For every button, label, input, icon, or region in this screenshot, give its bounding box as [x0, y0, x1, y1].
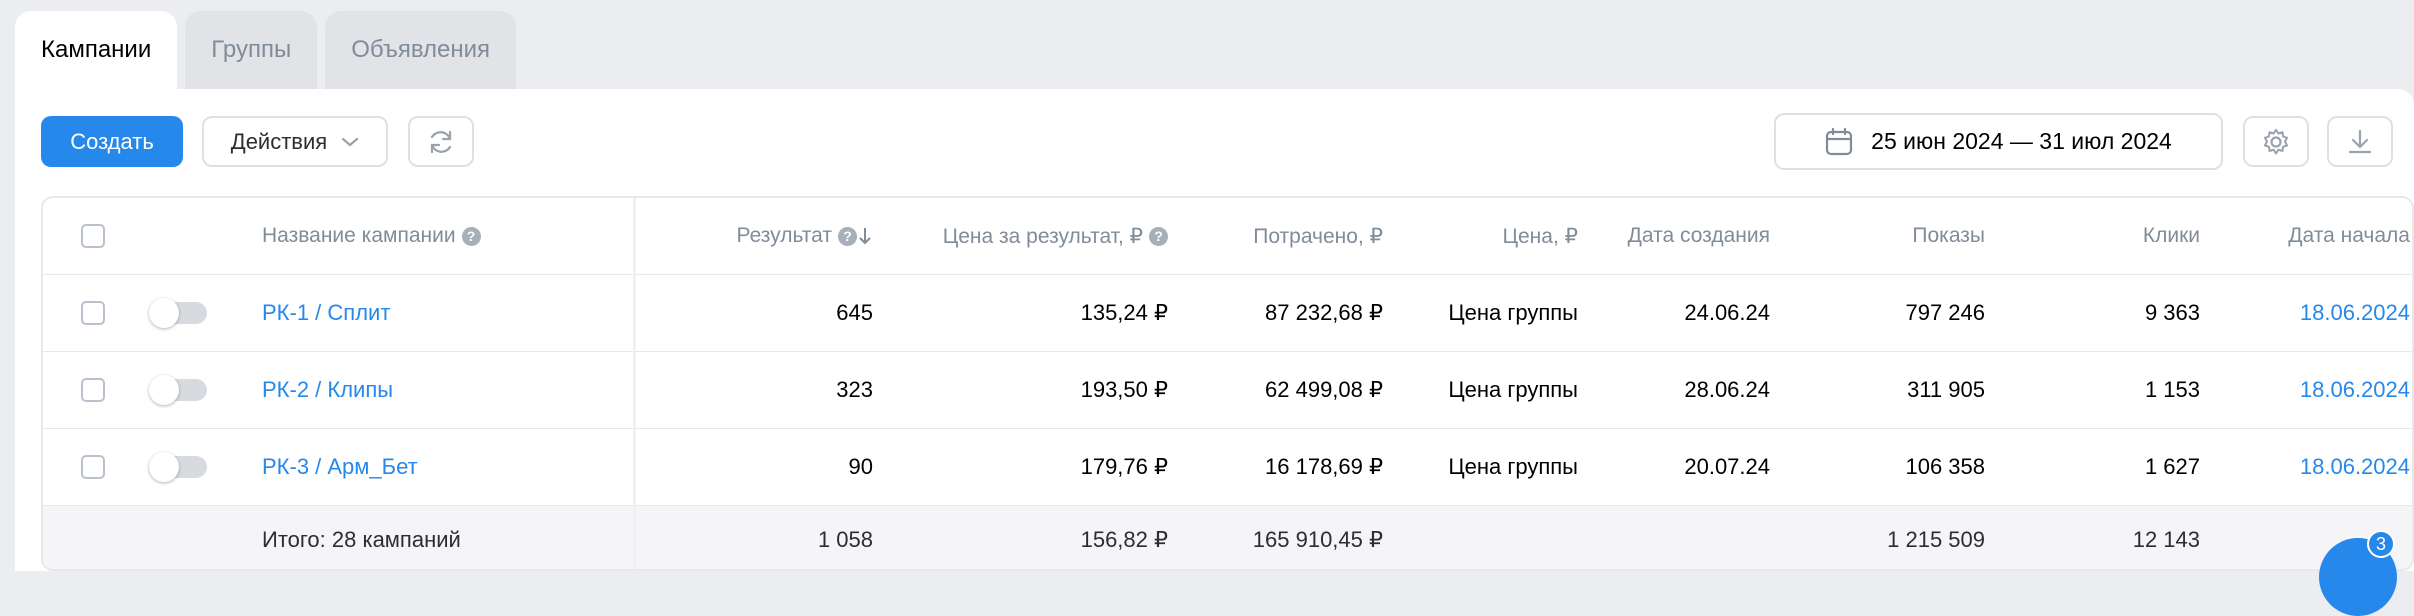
cell-cost-per-result: 135,24 ₽ — [1080, 300, 1168, 325]
gear-icon — [2264, 128, 2288, 154]
campaign-name-link[interactable]: РК-1 / Сплит — [262, 275, 390, 351]
cell-created: 20.07.24 — [1684, 454, 1770, 479]
help-icon[interactable]: ? — [1149, 226, 1168, 246]
column-header-cost-per-result-label: Цена за результат, ₽ — [942, 224, 1143, 248]
cell-price: Цена группы — [1448, 300, 1578, 325]
cell-price: Цена группы — [1448, 454, 1578, 479]
table-row: РК-1 / Сплит 645 135,24 ₽ 87 232,68 ₽ Це… — [43, 275, 2412, 352]
campaign-name-link[interactable]: РК-2 / Клипы — [262, 352, 393, 428]
table-footer-row: Итого: 28 кампаний 1 058 156,82 ₽ 165 91… — [43, 506, 2412, 569]
settings-button[interactable] — [2243, 116, 2309, 167]
campaign-toggle[interactable] — [149, 452, 207, 482]
toggle-knob — [149, 375, 179, 405]
download-button[interactable] — [2327, 116, 2393, 167]
table-header-row: Название кампании ? Результат ? Цена за … — [43, 198, 2412, 275]
tab-groups[interactable]: Группы — [185, 11, 318, 89]
toggle-knob — [149, 452, 179, 482]
campaign-toggle[interactable] — [149, 375, 207, 405]
total-label: Итого: 28 кампаний — [262, 526, 461, 552]
column-header-clicks[interactable]: Клики — [1995, 198, 2200, 274]
column-header-created[interactable]: Дата создания — [1588, 198, 1770, 274]
chevron-down-icon — [342, 137, 359, 146]
cell-clicks: 1 627 — [2144, 454, 2200, 479]
cell-start-date-link[interactable]: 18.06.2024 — [2210, 352, 2410, 428]
calendar-icon — [1826, 127, 1853, 155]
toggle-knob — [149, 298, 179, 328]
date-range-picker[interactable]: 25 июн 2024 — 31 июл 2024 — [1774, 113, 2223, 170]
column-header-start-date[interactable]: Дата начала — [2210, 198, 2410, 274]
select-all-checkbox[interactable] — [81, 224, 105, 248]
cell-cost-per-result: 179,76 ₽ — [1080, 454, 1168, 479]
cell-clicks: 9 363 — [2144, 300, 2200, 325]
sort-down-icon[interactable] — [857, 226, 873, 246]
total-clicks: 12 143 — [2132, 526, 2200, 552]
column-header-impressions[interactable]: Показы — [1780, 198, 1985, 274]
table-row: РК-2 / Клипы 323 193,50 ₽ 62 499,08 ₽ Це… — [43, 352, 2412, 429]
cell-impressions: 797 246 — [1905, 300, 1985, 325]
campaign-name-link[interactable]: РК-3 / Арм_Бет — [262, 429, 418, 505]
cell-clicks: 1 153 — [2144, 377, 2200, 402]
row-checkbox[interactable] — [81, 455, 105, 479]
cell-price: Цена группы — [1448, 377, 1578, 402]
cell-start-date-link[interactable]: 18.06.2024 — [2210, 275, 2410, 351]
help-icon[interactable]: ? — [838, 226, 857, 246]
column-header-spent[interactable]: Потрачено, ₽ — [1178, 198, 1383, 274]
campaigns-table: Название кампании ? Результат ? Цена за … — [41, 196, 2414, 571]
column-header-result[interactable]: Результат ? — [643, 198, 873, 274]
tab-ads[interactable]: Объявления — [325, 11, 517, 89]
column-header-name-label: Название кампании — [262, 224, 456, 247]
chat-unread-badge: 3 — [2367, 530, 2395, 558]
date-range-label: 25 июн 2024 — 31 июл 2024 — [1871, 128, 2172, 154]
campaign-toggle[interactable] — [149, 298, 207, 328]
download-icon — [2348, 129, 2372, 153]
cell-spent: 62 499,08 ₽ — [1265, 377, 1383, 402]
cell-result: 323 — [836, 377, 873, 402]
column-header-cost-per-result[interactable]: Цена за результат, ₽ ? — [883, 198, 1168, 274]
section-tabs: Кампании Группы Объявления — [15, 11, 524, 89]
total-spent: 165 910,45 ₽ — [1252, 526, 1383, 552]
actions-dropdown[interactable]: Действия — [202, 116, 388, 167]
total-result: 1 058 — [817, 526, 873, 552]
cell-impressions: 311 905 — [1907, 377, 1985, 402]
total-impressions: 1 215 509 — [1887, 526, 1985, 552]
column-header-name[interactable]: Название кампании ? — [262, 198, 481, 274]
cell-cost-per-result: 193,50 ₽ — [1080, 377, 1168, 402]
cell-impressions: 106 358 — [1905, 454, 1985, 479]
tab-campaigns[interactable]: Кампании — [15, 11, 178, 89]
cell-created: 28.06.24 — [1684, 377, 1770, 402]
cell-created: 24.06.24 — [1684, 300, 1770, 325]
help-icon[interactable]: ? — [461, 226, 481, 246]
cell-spent: 87 232,68 ₽ — [1265, 300, 1383, 325]
cell-result: 90 — [848, 454, 873, 479]
refresh-icon — [430, 130, 452, 153]
cell-spent: 16 178,69 ₽ — [1265, 454, 1383, 479]
create-button[interactable]: Создать — [41, 116, 183, 167]
column-header-price[interactable]: Цена, ₽ — [1393, 198, 1578, 274]
row-checkbox[interactable] — [81, 378, 105, 402]
row-checkbox[interactable] — [81, 301, 105, 325]
actions-label: Действия — [230, 128, 328, 154]
sticky-column-divider — [633, 198, 636, 569]
column-header-result-label: Результат — [736, 224, 832, 247]
cell-result: 645 — [836, 300, 873, 325]
cell-start-date-link[interactable]: 18.06.2024 — [2210, 429, 2410, 505]
refresh-button[interactable] — [408, 116, 474, 167]
total-cost-per-result: 156,82 ₽ — [1080, 526, 1168, 552]
campaigns-panel: Создать Действия 25 июн 2024 — 31 июл 20… — [15, 89, 2414, 571]
table-row: РК-3 / Арм_Бет 90 179,76 ₽ 16 178,69 ₽ Ц… — [43, 429, 2412, 506]
